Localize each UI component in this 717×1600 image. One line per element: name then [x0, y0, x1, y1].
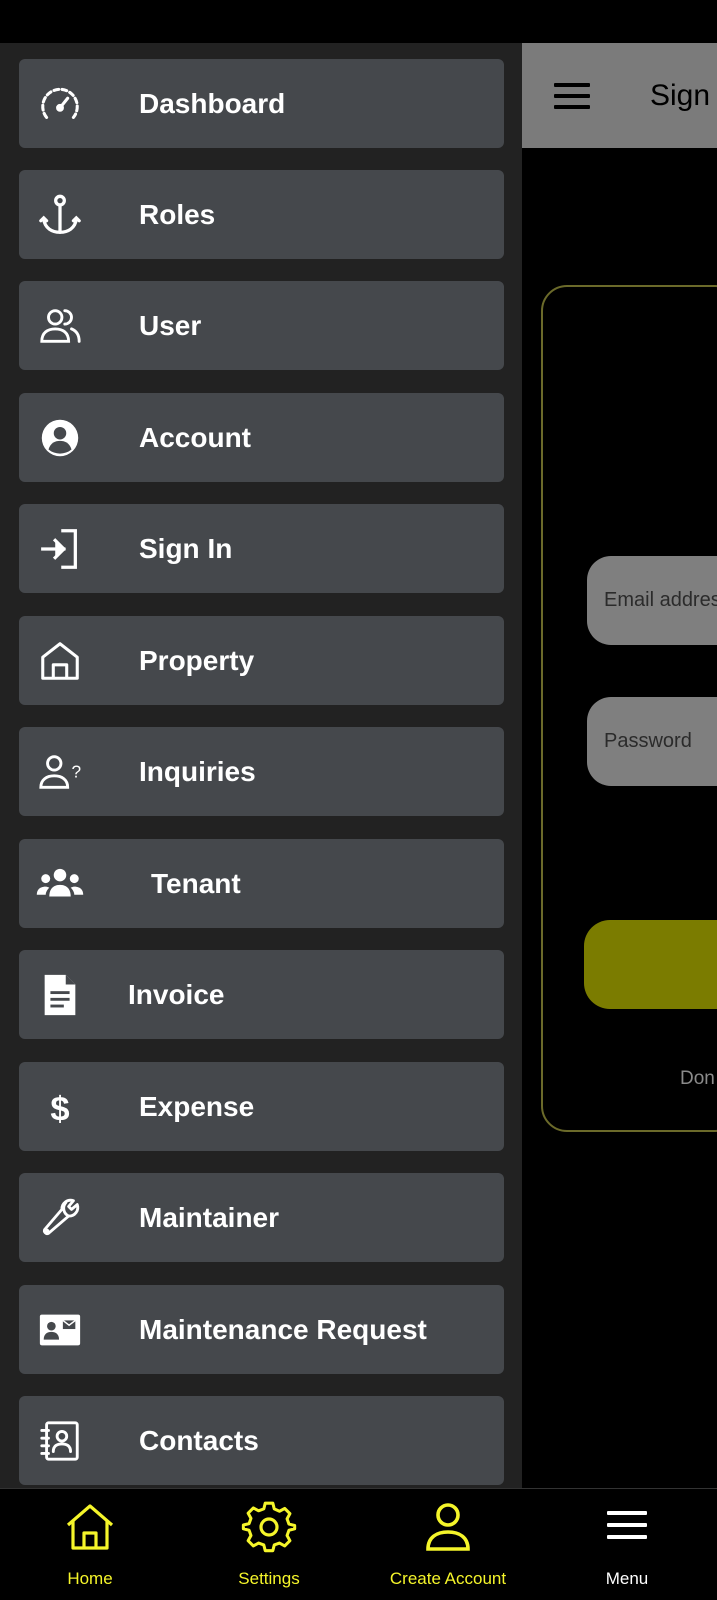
bottom-navigation: Home Settings Create Account Menu: [0, 1488, 717, 1600]
wrench-icon: [35, 1193, 85, 1243]
drawer-item-label: Maintenance Request: [139, 1314, 427, 1345]
drawer-item-maintainer[interactable]: Maintainer: [19, 1173, 504, 1262]
drawer-item-label: Property: [139, 645, 255, 676]
group-icon: [35, 859, 85, 909]
drawer-item-property[interactable]: Property: [19, 616, 504, 705]
dollar-icon: $: [35, 1082, 85, 1132]
nav-home-label: Home: [67, 1569, 113, 1588]
gear-icon: [241, 1501, 297, 1553]
drawer-item-roles[interactable]: Roles: [19, 170, 504, 259]
users-icon: [35, 301, 85, 351]
drawer-item-label: Tenant: [151, 868, 241, 899]
drawer-item-label: Inquiries: [139, 756, 256, 787]
drawer-item-user[interactable]: User: [19, 281, 504, 370]
page-title: Sign: [650, 79, 711, 112]
drawer-item-dashboard[interactable]: Dashboard: [19, 59, 504, 148]
drawer-item-label: Roles: [139, 199, 216, 230]
anchor-icon: [35, 190, 85, 240]
nav-menu-label: Menu: [605, 1569, 649, 1588]
drawer-item-label: Dashboard: [139, 88, 286, 119]
email-field[interactable]: Email addres: [587, 556, 717, 645]
drawer-item-label: Invoice: [128, 979, 225, 1010]
document-icon: [35, 970, 85, 1020]
nav-home[interactable]: Home: [0, 1489, 180, 1600]
drawer-item-label: Account: [139, 422, 251, 453]
password-field[interactable]: Password: [587, 697, 717, 786]
person-question-icon: ?: [35, 747, 85, 797]
drawer-item-invoice[interactable]: Invoice: [19, 950, 504, 1039]
contacts-book-icon: [35, 1416, 85, 1466]
nav-menu[interactable]: Menu: [537, 1489, 717, 1600]
drawer-item-expense[interactable]: $ Expense: [19, 1062, 504, 1151]
drawer-item-tenant[interactable]: Tenant: [19, 839, 504, 928]
sign-in-button[interactable]: [584, 920, 717, 1009]
drawer-item-label: Expense: [139, 1091, 255, 1122]
nav-settings-label: Settings: [238, 1569, 300, 1588]
drawer-item-account[interactable]: Account: [19, 393, 504, 482]
navigation-drawer: Dashboard Roles User Account Sign In Pro…: [0, 43, 522, 1488]
drawer-item-sign-in[interactable]: Sign In: [19, 504, 504, 593]
contact-card-icon: [35, 1305, 85, 1355]
drawer-item-contacts[interactable]: Contacts: [19, 1396, 504, 1485]
nav-settings[interactable]: Settings: [179, 1489, 359, 1600]
drawer-item-label: Contacts: [139, 1425, 259, 1456]
speedometer-icon: [35, 79, 85, 129]
drawer-item-label: User: [139, 310, 202, 341]
account-circle-icon: [35, 413, 85, 463]
drawer-item-label: Sign In: [139, 533, 233, 564]
hamburger-icon[interactable]: [554, 83, 590, 109]
nav-create-account[interactable]: Create Account: [358, 1489, 538, 1600]
menu-icon: [607, 1511, 647, 1539]
drawer-item-inquiries[interactable]: ? Inquiries: [19, 727, 504, 816]
home-icon: [66, 1504, 114, 1550]
person-icon: [426, 1503, 470, 1551]
signup-prompt-text: Don: [680, 1068, 715, 1089]
sign-in-icon: [35, 524, 85, 574]
house-icon: [35, 636, 85, 686]
drawer-item-maintenance-request[interactable]: Maintenance Request: [19, 1285, 504, 1374]
status-bar: [0, 0, 717, 43]
nav-create-account-label: Create Account: [389, 1569, 507, 1588]
svg-text:$: $: [50, 1090, 69, 1128]
svg-text:?: ?: [72, 762, 82, 782]
drawer-item-label: Maintainer: [139, 1202, 280, 1233]
app-bar: Sign: [522, 43, 717, 148]
